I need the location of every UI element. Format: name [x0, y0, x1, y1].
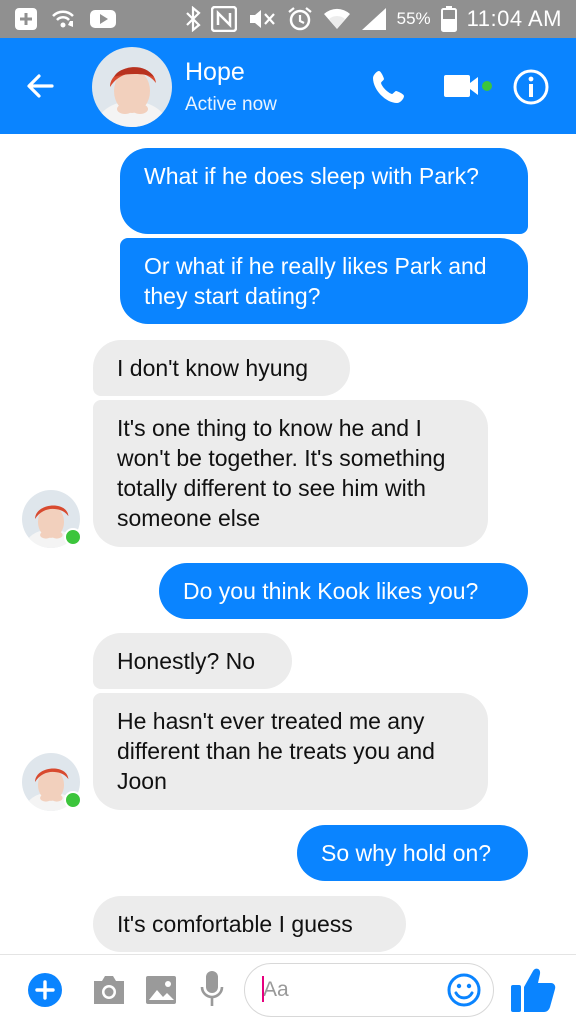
camera-icon[interactable] — [90, 973, 128, 1007]
text-cursor — [262, 976, 264, 1002]
wifi-icon — [323, 7, 351, 31]
back-arrow-icon[interactable] — [22, 68, 58, 104]
contact-avatar[interactable] — [92, 47, 172, 127]
battery-icon — [440, 6, 457, 32]
status-left-icons — [14, 7, 116, 31]
message-list[interactable]: What if he does sleep with Park? Or what… — [0, 134, 576, 954]
message-bubble-incoming[interactable]: I don't know hyung — [93, 340, 350, 396]
alarm-icon — [287, 6, 313, 32]
signal-icon — [361, 7, 387, 31]
nfc-icon — [210, 6, 237, 32]
message-bubble-outgoing[interactable]: So why hold on? — [297, 825, 528, 881]
image-icon[interactable] — [144, 973, 178, 1007]
conversation-header: Hope Active now — [0, 38, 576, 134]
info-icon[interactable] — [512, 68, 550, 106]
bluetooth-icon — [185, 6, 201, 32]
contact-avatar-small[interactable] — [22, 490, 82, 548]
message-bubble-outgoing[interactable]: What if he does sleep with Park? — [120, 148, 528, 234]
message-bubble-outgoing[interactable]: Or what if he really likes Park and they… — [120, 238, 528, 324]
youtube-icon — [90, 9, 116, 29]
wifi-calling-icon — [50, 7, 78, 31]
plus-icon[interactable] — [28, 973, 62, 1007]
thumbs-up-icon[interactable] — [508, 963, 560, 1015]
message-bubble-incoming[interactable]: It's one thing to know he and I won't be… — [93, 400, 488, 547]
online-status-dot — [64, 528, 82, 546]
add-icon — [14, 7, 38, 31]
status-time: 11:04 AM — [466, 6, 562, 31]
emoji-icon[interactable] — [446, 972, 482, 1008]
contact-status: Active now — [185, 94, 277, 115]
message-bubble-incoming[interactable]: Honestly? No — [93, 633, 292, 689]
contact-name[interactable]: Hope — [185, 58, 245, 87]
status-bar: 55% 11:04 AM — [0, 0, 576, 38]
mute-icon — [247, 6, 277, 32]
status-right-icons: 55% 11:04 AM — [185, 6, 562, 32]
microphone-icon[interactable] — [199, 969, 225, 1009]
phone-icon[interactable] — [370, 68, 408, 106]
contact-avatar-small[interactable] — [22, 753, 82, 811]
message-bubble-incoming[interactable]: He hasn't ever treated me any different … — [93, 693, 488, 810]
message-composer — [0, 954, 576, 1024]
online-status-dot — [64, 791, 82, 809]
message-bubble-incoming[interactable]: It's comfortable I guess — [93, 896, 406, 952]
video-icon[interactable] — [443, 72, 493, 102]
battery-percentage: 55% — [396, 9, 431, 28]
message-bubble-outgoing[interactable]: Do you think Kook likes you? — [159, 563, 528, 619]
